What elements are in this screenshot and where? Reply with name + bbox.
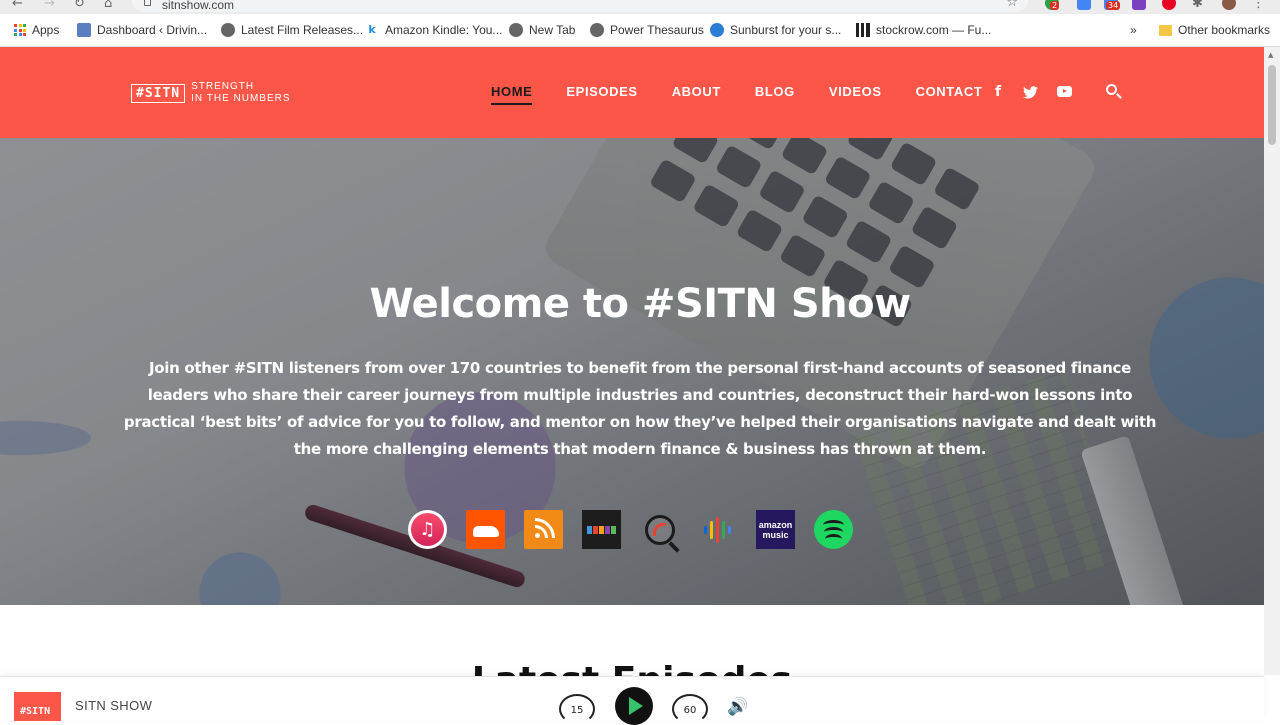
play-button[interactable] [615,687,653,725]
chart-icon [856,23,870,37]
bookmark-dashboard[interactable]: Dashboard ‹ Drivin... [77,23,207,37]
lock-icon [144,0,151,6]
google-podcasts-icon[interactable] [698,510,737,549]
main-nav: HOME EPISODES ABOUT BLOG VIDEOS CONTACT [491,84,983,105]
extension-icon[interactable] [1077,0,1091,10]
amazon-music-icon[interactable]: amazon music [756,510,795,549]
reload-icon[interactable]: ↻ [74,0,85,11]
nav-about[interactable]: ABOUT [672,84,721,99]
bookmark-label: Dashboard ‹ Drivin... [97,23,208,37]
apps-grid-icon [14,24,26,36]
nav-episodes[interactable]: EPISODES [566,84,637,99]
scroll-up-icon[interactable]: ▲ [1268,51,1273,59]
castbox-icon[interactable] [640,510,680,553]
hero-section: Welcome to #SITN Show Join other #SITN l… [0,138,1264,605]
bookmark-label: Power Thesaurus [610,23,704,37]
site-header: #SITN STRENGTH IN THE NUMBERS HOME EPISO… [0,47,1264,138]
kindle-icon: k [368,23,376,36]
volume-icon[interactable]: 🔊 [727,697,748,717]
hero-title: Welcome to #SITN Show [369,281,911,327]
globe-icon [590,23,604,37]
amazon-music-label: amazon music [758,519,793,540]
podcast-platforms: ♫ amazon music [408,510,853,553]
rss-icon[interactable] [524,510,563,549]
skip-forward-seconds: 60 [683,705,697,716]
bookmark-label: Apps [32,23,60,37]
bookmark-label: Latest Film Releases... [241,23,364,37]
stitcher-icon[interactable] [582,510,621,549]
bookmark-label: New Tab [529,23,576,37]
twitter-icon[interactable] [1023,84,1038,99]
other-bookmarks[interactable]: Other bookmarks [1159,23,1270,37]
youtube-icon[interactable] [1057,84,1072,97]
avatar[interactable] [1222,0,1236,10]
bookmark-film-releases[interactable]: Latest Film Releases... [221,23,363,37]
puzzle-icon[interactable]: ✱ [1192,0,1203,11]
player-show-name: SITN SHOW [75,698,153,713]
bookmark-sunburst[interactable]: Sunburst for your s... [710,23,841,37]
extension-badge: 34 [1106,1,1121,10]
logo-mark: #SITN [131,83,186,103]
extension-badge: 2 [1050,1,1060,10]
back-icon[interactable]: ← [12,0,23,11]
bookmark-new-tab[interactable]: New Tab [509,23,575,37]
page-scrollbar[interactable]: ▲ [1264,47,1280,675]
dashboard-icon [77,23,91,37]
facebook-icon[interactable]: f [995,84,1001,100]
apple-podcasts-icon[interactable]: ♫ [408,510,447,549]
bookmark-label: Sunburst for your s... [730,23,842,37]
soundcloud-icon[interactable] [466,510,505,549]
bookmark-kindle[interactable]: k Amazon Kindle: You... [365,23,502,37]
nav-home[interactable]: HOME [491,84,533,105]
bookmark-label: stockrow.com — Fu... [876,23,992,37]
show-thumbnail: #SITN [14,692,61,721]
browser-toolbar: ← → ↻ ⌂ sitnshow.com ☆ 2 34 ✱ ⋮ [0,0,1280,14]
nav-videos[interactable]: VIDEOS [829,84,882,99]
bookmarks-bar: Apps Dashboard ‹ Drivin... Latest Film R… [0,14,1280,47]
logo-tagline-line1: STRENGTH [191,81,255,92]
site-logo[interactable]: #SITN STRENGTH IN THE NUMBERS [131,81,291,105]
logo-tagline-line2: IN THE NUMBERS [191,93,291,104]
globe-icon [221,23,235,37]
bookmark-label: Other bookmarks [1178,23,1271,37]
bookmark-stockrow[interactable]: stockrow.com — Fu... [856,23,991,37]
bookmark-apps[interactable]: Apps [14,23,59,37]
overflow-chevron-icon: » [1130,23,1137,37]
hero-description: Join other #SITN listeners from over 170… [123,359,1157,458]
nav-contact[interactable]: CONTACT [916,84,983,99]
scrollbar-thumb[interactable] [1268,65,1276,145]
url-text: sitnshow.com [162,0,235,12]
menu-kebab-icon[interactable]: ⋮ [1252,0,1265,11]
bookmarks-overflow[interactable]: » [1130,23,1137,37]
forward-icon[interactable]: → [44,0,55,11]
search-icon[interactable] [1106,84,1117,95]
address-bar[interactable]: sitnshow.com ☆ [132,0,1028,12]
skip-back-seconds: 15 [570,705,584,716]
podcast-player-bar: #SITN SITN SHOW 15 60 🔊 [0,676,1264,725]
bookmark-label: Amazon Kindle: You... [385,23,503,37]
bookmark-star-icon[interactable]: ☆ [1006,0,1018,10]
folder-icon [1159,24,1172,36]
logo-tagline: STRENGTH IN THE NUMBERS [191,81,290,105]
bookmark-power-thesaurus[interactable]: Power Thesaurus [590,23,704,37]
nav-blog[interactable]: BLOG [755,84,795,99]
home-icon[interactable]: ⌂ [104,0,112,11]
spotify-icon[interactable] [814,510,853,549]
sunburst-icon [710,23,724,37]
pinterest-icon[interactable] [1162,0,1176,10]
globe-icon [509,23,523,37]
extension-icon[interactable] [1132,0,1146,10]
